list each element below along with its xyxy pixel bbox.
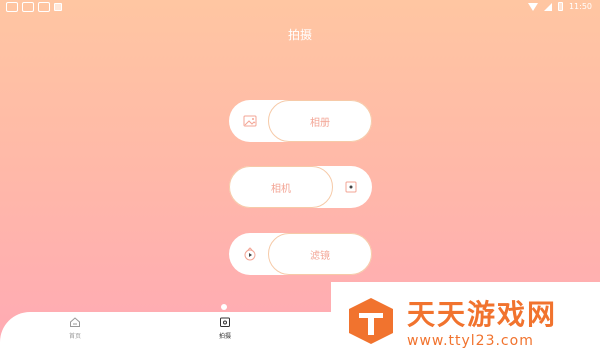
camera-button[interactable]: 相机 — [229, 166, 372, 208]
status-system: 11:50 — [527, 2, 592, 11]
notification-icon — [38, 2, 50, 12]
notification-icon — [6, 2, 18, 12]
status-bar: 11:50 — [0, 0, 600, 16]
app-icon — [54, 3, 62, 11]
page-indicator — [221, 304, 227, 310]
camera-icon — [345, 181, 357, 193]
gallery-label: 相册 — [310, 117, 330, 129]
watermark-title: 天天游戏网 — [407, 298, 558, 331]
signal-icon — [543, 2, 552, 11]
status-notifications — [6, 2, 62, 12]
camera-tab-icon — [220, 317, 230, 327]
watermark-overlay: 天天游戏网 www.ttyl23.com — [331, 282, 600, 360]
watermark-logo-icon — [349, 298, 393, 344]
page-title: 拍摄 — [287, 28, 312, 42]
tab-home-label: 首页 — [68, 333, 81, 340]
home-icon — [70, 317, 80, 327]
gallery-icon — [243, 115, 257, 127]
tab-capture[interactable]: 拍摄 — [210, 316, 240, 340]
filter-label-pill[interactable]: 滤镜 — [268, 233, 372, 275]
status-time: 11:50 — [568, 2, 592, 11]
wifi-icon — [527, 2, 538, 11]
camera-label: 相机 — [271, 183, 291, 195]
gallery-button[interactable]: 相册 — [229, 100, 372, 142]
tab-capture-label: 拍摄 — [218, 333, 231, 340]
filter-label: 滤镜 — [310, 250, 330, 262]
watermark-url: www.ttyl23.com — [407, 333, 534, 349]
notification-icon — [22, 2, 34, 12]
tab-home[interactable]: 首页 — [60, 316, 90, 340]
camera-label-pill[interactable]: 相机 — [229, 166, 333, 208]
filter-button[interactable]: 滤镜 — [229, 233, 372, 275]
filter-icon — [244, 247, 256, 261]
battery-icon — [557, 2, 563, 11]
gallery-label-pill[interactable]: 相册 — [268, 100, 372, 142]
